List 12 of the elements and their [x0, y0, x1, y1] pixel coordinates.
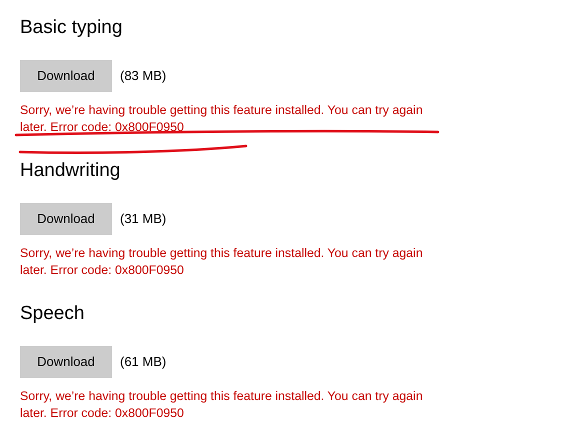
section-heading: Handwriting [20, 159, 122, 183]
download-size: (83 MB) [120, 67, 166, 86]
error-message: Sorry, we’re having trouble getting this feature installed. You can try again later. Error code: 0x800F0950 [20, 245, 424, 279]
download-size: (31 MB) [120, 210, 166, 228]
section-heading: Speech [20, 302, 86, 326]
download-size: (61 MB) [120, 353, 166, 372]
download-button[interactable]: Download [20, 346, 112, 378]
download-button[interactable]: Download [20, 60, 112, 92]
error-message: Sorry, we’re having trouble getting this feature installed. You can try again later. Error code: 0x800F0950 [20, 388, 424, 422]
download-button[interactable]: Download [20, 203, 112, 235]
section-heading: Basic typing [20, 16, 124, 40]
error-message: Sorry, we’re having trouble getting this feature installed. You can try again later. Error code: 0x800F0950 [20, 102, 424, 136]
